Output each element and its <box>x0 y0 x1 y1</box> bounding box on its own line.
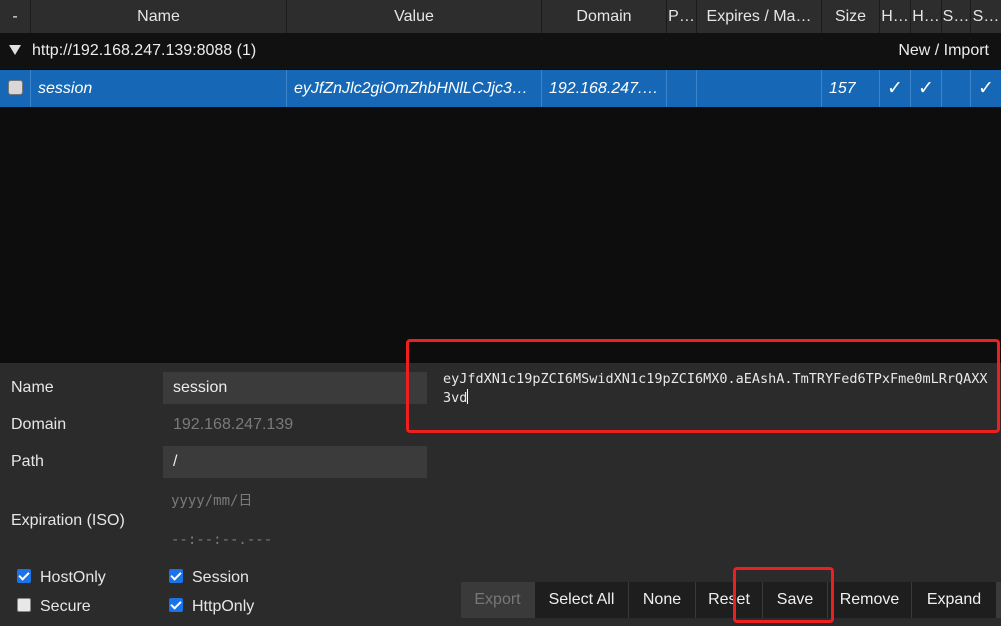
httponly-label: HttpOnly <box>192 598 255 615</box>
column-expires-header[interactable]: Expires / Ma… <box>697 0 822 33</box>
column-name-header[interactable]: Name <box>31 0 287 33</box>
session-label: Session <box>192 569 249 586</box>
expiration-label: Expiration (ISO) <box>11 512 125 529</box>
table-row[interactable]: session eyJfZnJlc2giOmZhbHNlLCJjc3… 192.… <box>0 70 1001 107</box>
domain-group-row[interactable]: http://192.168.247.139:8088 (1) New / Im… <box>0 33 1001 69</box>
cookie-hostonly-check-icon: ✓ <box>880 70 911 107</box>
cookie-value-textarea[interactable]: eyJfdXN1c19pZCI6MSwidXN1c19pZCI6MX0.aEAs… <box>443 370 995 408</box>
expiration-date-input[interactable]: yyyy/mm/日 <box>171 490 252 510</box>
domain-group-label: http://192.168.247.139:8088 (1) <box>32 42 257 59</box>
secure-label: Secure <box>40 598 91 615</box>
column-path-header[interactable]: P… <box>667 0 697 33</box>
secure-checkbox[interactable] <box>17 598 31 612</box>
expand-button[interactable]: Expand <box>912 582 996 618</box>
name-field[interactable]: session <box>163 372 427 404</box>
cookie-httponly-check-icon: ✓ <box>911 70 942 107</box>
column-session-header[interactable]: S… <box>971 0 1001 33</box>
httponly-checkbox[interactable] <box>169 598 183 612</box>
cookie-name-cell: session <box>31 70 287 107</box>
column-secure-header[interactable]: S… <box>942 0 971 33</box>
select-all-button[interactable]: Select All <box>535 582 628 618</box>
column-size-header[interactable]: Size <box>822 0 880 33</box>
reset-button[interactable]: Reset <box>696 582 762 618</box>
column-select-header[interactable]: - <box>0 0 31 33</box>
cookie-secure-cell <box>942 70 971 107</box>
text-caret <box>467 389 469 404</box>
cookie-size-cell: 157 <box>822 70 880 107</box>
export-button[interactable]: Export <box>461 582 534 618</box>
cookie-table-empty-area <box>0 107 1001 363</box>
hostonly-label: HostOnly <box>40 569 106 586</box>
cookie-expires-cell <box>697 70 822 107</box>
session-checkbox[interactable] <box>169 569 183 583</box>
path-field[interactable]: / <box>163 446 427 478</box>
new-import-link[interactable]: New / Import <box>898 33 989 69</box>
cookie-domain-cell: 192.168.247.… <box>542 70 667 107</box>
cookie-path-cell <box>667 70 697 107</box>
column-httponly-header[interactable]: H… <box>911 0 942 33</box>
cookie-value-text: eyJfdXN1c19pZCI6MSwidXN1c19pZCI6MX0.aEAs… <box>443 371 988 406</box>
cookie-session-check-icon: ✓ <box>978 78 994 99</box>
column-value-header[interactable]: Value <box>287 0 542 33</box>
domain-label: Domain <box>11 416 67 433</box>
name-label: Name <box>11 379 54 396</box>
none-button[interactable]: None <box>629 582 695 618</box>
save-button[interactable]: Save <box>763 582 827 618</box>
hostonly-checkbox[interactable] <box>17 569 31 583</box>
cookie-value-cell: eyJfZnJlc2giOmZhbHNlLCJjc3… <box>287 70 542 107</box>
row-select-checkbox[interactable] <box>8 80 23 95</box>
domain-field[interactable]: 192.168.247.139 <box>163 409 427 441</box>
column-domain-header[interactable]: Domain <box>542 0 667 33</box>
expiration-time-input[interactable]: --:--:--.--- <box>171 532 272 548</box>
collapse-triangle-icon[interactable] <box>9 45 21 55</box>
column-hostonly-header[interactable]: H… <box>880 0 911 33</box>
cookie-table-header: - Name Value Domain P… Expires / Ma… Siz… <box>0 0 1001 33</box>
path-label: Path <box>11 453 44 470</box>
remove-button[interactable]: Remove <box>828 582 911 618</box>
